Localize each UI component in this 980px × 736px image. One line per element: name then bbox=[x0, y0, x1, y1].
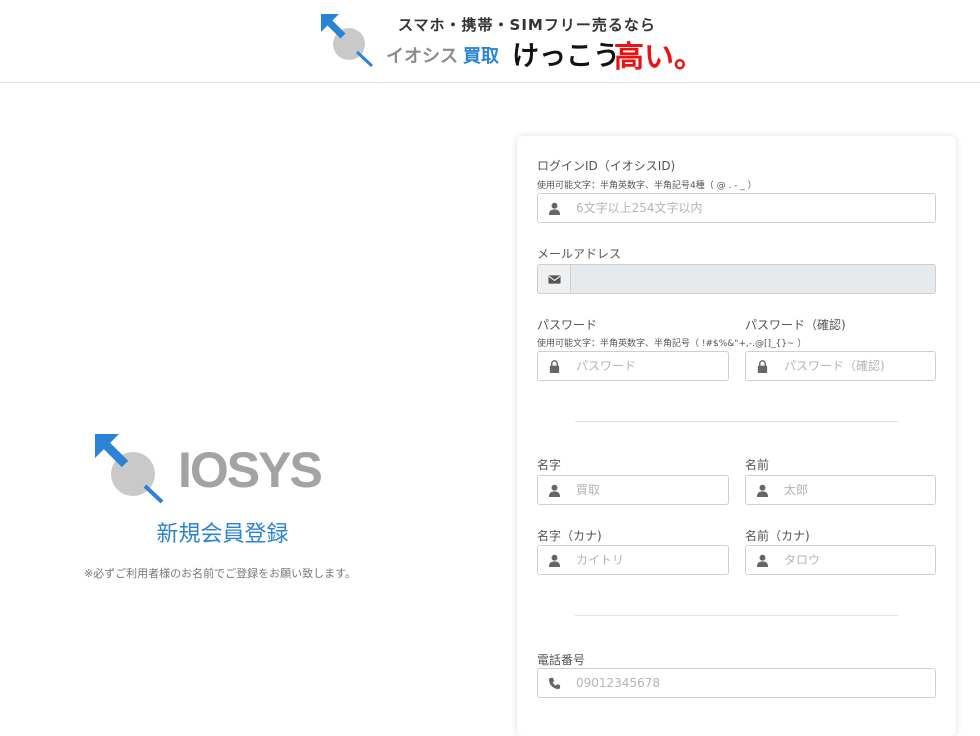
password-field[interactable] bbox=[537, 351, 729, 381]
password-hint: 使用可能文字：半角英数字、半角記号（ !#$%&"+,-.@[]_{}~ ） bbox=[537, 339, 807, 349]
phone-field[interactable] bbox=[537, 668, 936, 698]
envelope-icon bbox=[548, 275, 561, 284]
header-brand-kekkou: けっこう bbox=[512, 41, 620, 72]
header-brand-kaitori: 買取 bbox=[463, 46, 499, 67]
lock-icon bbox=[549, 360, 560, 373]
logo-wordmark: IOSYS bbox=[178, 442, 323, 498]
password-label: パスワード bbox=[537, 318, 598, 332]
password-confirm-label: パスワード（確認) bbox=[745, 318, 846, 332]
user-icon bbox=[548, 554, 561, 567]
iosys-logo-icon bbox=[95, 434, 164, 504]
password-confirm-field[interactable] bbox=[745, 351, 936, 381]
last-name-field[interactable] bbox=[537, 475, 729, 505]
first-name-input[interactable] bbox=[784, 476, 929, 504]
header-brand-takai: 高い。 bbox=[614, 40, 704, 75]
section-divider bbox=[575, 421, 898, 422]
last-name-label: 名字 bbox=[537, 458, 562, 472]
user-icon bbox=[548, 202, 561, 215]
user-icon bbox=[756, 484, 769, 497]
user-icon bbox=[756, 554, 769, 567]
registration-note: ※必ずご利用者様のお名前でご登録をお願い致します。 bbox=[83, 567, 357, 580]
last-name-input[interactable] bbox=[576, 476, 722, 504]
page-title: 新規会員登録 bbox=[156, 522, 289, 547]
iosys-logo-icon[interactable] bbox=[321, 14, 375, 68]
login-id-field[interactable] bbox=[537, 193, 936, 223]
lock-icon bbox=[757, 360, 768, 373]
last-name-kana-field[interactable] bbox=[537, 545, 729, 575]
user-icon bbox=[548, 484, 561, 497]
password-input[interactable] bbox=[576, 352, 722, 380]
registration-form-card bbox=[517, 136, 956, 736]
first-name-label: 名前 bbox=[745, 458, 770, 472]
phone-icon bbox=[548, 677, 561, 690]
phone-input[interactable] bbox=[576, 669, 929, 697]
login-id-input[interactable] bbox=[576, 194, 929, 222]
header-brand-kana: イオシス bbox=[386, 46, 458, 67]
email-field[interactable] bbox=[537, 264, 936, 294]
email-label: メールアドレス bbox=[537, 247, 622, 261]
first-name-kana-label: 名前（カナ) bbox=[745, 529, 810, 543]
phone-label: 電話番号 bbox=[537, 653, 586, 667]
first-name-kana-field[interactable] bbox=[745, 545, 936, 575]
section-divider bbox=[575, 615, 898, 616]
first-name-field[interactable] bbox=[745, 475, 936, 505]
password-confirm-input[interactable] bbox=[784, 352, 929, 380]
login-id-hint: 使用可能文字：半角英数字、半角記号4種（ @ . - _ ） bbox=[537, 181, 757, 191]
last-name-kana-label: 名字（カナ) bbox=[537, 529, 602, 543]
login-id-label: ログインID（イオシスID) bbox=[537, 159, 676, 173]
last-name-kana-input[interactable] bbox=[576, 546, 722, 574]
email-input[interactable] bbox=[576, 265, 929, 293]
first-name-kana-input[interactable] bbox=[784, 546, 929, 574]
site-header: スマホ・携帯・SIMフリー売るなら イオシス 買取 けっこう 高い。 bbox=[0, 0, 980, 83]
